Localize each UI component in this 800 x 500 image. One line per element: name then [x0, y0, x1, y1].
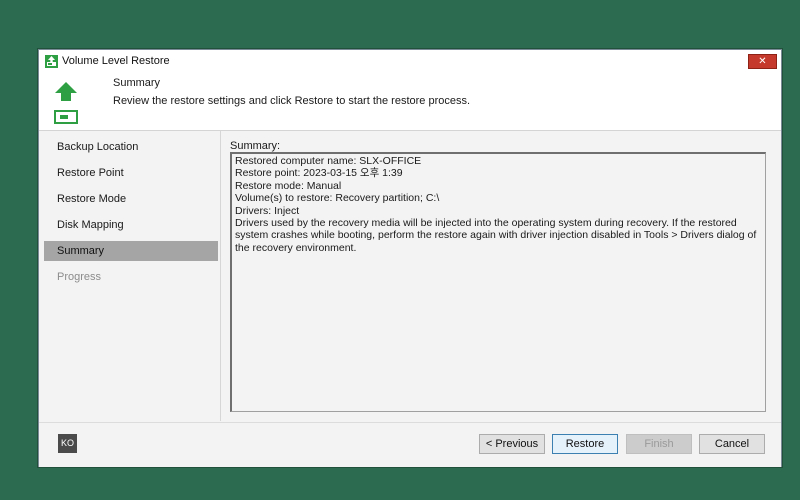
window-title: Volume Level Restore — [62, 55, 170, 67]
summary-label: Summary: — [230, 140, 281, 152]
wizard-footer: KO < Previous Restore Finish Cancel — [39, 422, 781, 467]
restore-app-icon — [45, 55, 58, 68]
title-bar[interactable]: Volume Level Restore ✕ — [39, 50, 781, 73]
restore-button[interactable]: Restore — [552, 434, 618, 454]
summary-line-drivers: Drivers: Inject — [235, 204, 300, 217]
summary-line-volumes: Volume(s) to restore: Recovery partition… — [235, 192, 440, 205]
summary-line-restore-point: Restore point: 2023-03-15 오후 1:39 — [235, 167, 403, 180]
cancel-button[interactable]: Cancel — [699, 434, 765, 454]
summary-textbox[interactable]: Restored computer name: SLX-OFFICE Resto… — [230, 152, 766, 412]
wizard-header: Summary Review the restore settings and … — [39, 73, 781, 131]
finish-button: Finish — [626, 434, 692, 454]
step-restore-point[interactable]: Restore Point — [44, 163, 218, 183]
step-progress: Progress — [57, 271, 102, 283]
summary-line-restore-mode: Restore mode: Manual — [235, 179, 342, 192]
summary-line-driver-note: Drivers used by the recovery media will … — [235, 217, 760, 254]
step-restore-mode[interactable]: Restore Mode — [44, 189, 218, 209]
header-description: Review the restore settings and click Re… — [113, 95, 471, 107]
restore-dialog-window: Volume Level Restore ✕ Summary Review th… — [38, 49, 782, 467]
summary-line-computer-name: Restored computer name: SLX-OFFICE — [235, 155, 422, 167]
language-button[interactable]: KO — [58, 434, 77, 453]
step-disk-mapping[interactable]: Disk Mapping — [44, 215, 218, 235]
close-button[interactable]: ✕ — [748, 54, 777, 69]
step-summary[interactable]: Summary — [44, 241, 218, 261]
previous-button[interactable]: < Previous — [479, 434, 545, 454]
green-up-arrow-drive-icon — [54, 82, 78, 124]
step-backup-location[interactable]: Backup Location — [44, 137, 218, 157]
close-icon: ✕ — [758, 56, 767, 67]
wizard-step-list: Backup Location Restore Point Restore Mo… — [39, 131, 221, 421]
summary-panel: Summary: Restored computer name: SLX-OFF… — [221, 131, 781, 421]
header-title: Summary — [113, 77, 161, 89]
